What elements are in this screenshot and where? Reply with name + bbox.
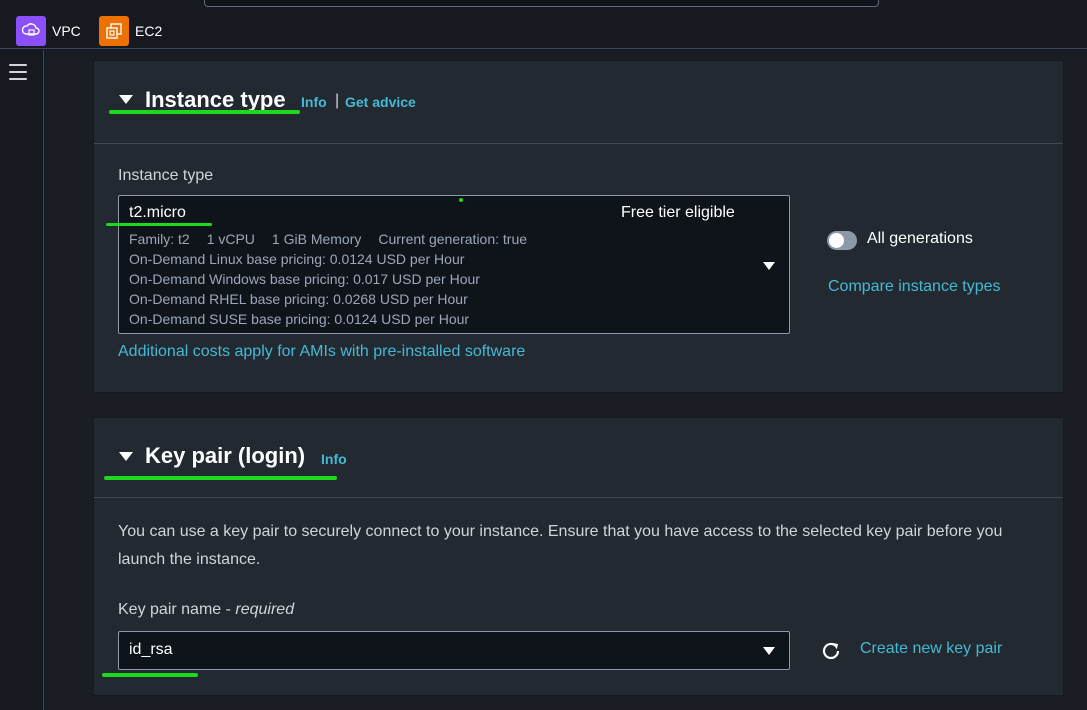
vpc-icon <box>16 16 46 46</box>
all-generations-label: All generations <box>867 230 973 247</box>
info-link[interactable]: Info <box>301 94 327 110</box>
service-label: VPC <box>52 23 81 39</box>
pricing-suse: On-Demand SUSE base pricing: 0.0124 USD … <box>129 311 470 327</box>
selected-instance-type: t2.micro <box>129 204 186 221</box>
get-advice-link[interactable]: Get advice <box>345 94 416 110</box>
info-link[interactable]: Info <box>321 451 347 467</box>
key-pair-select[interactable]: id_rsa <box>118 631 790 670</box>
create-new-key-pair-link[interactable]: Create new key pair <box>860 640 1002 658</box>
annotation-underline <box>102 673 198 677</box>
pricing-linux: On-Demand Linux base pricing: 0.0124 USD… <box>129 251 465 267</box>
hamburger-menu-icon[interactable] <box>9 64 27 80</box>
key-pair-name-label: Key pair name - required <box>118 601 294 619</box>
pricing-rhel: On-Demand RHEL base pricing: 0.0268 USD … <box>129 291 468 307</box>
annotation-underline <box>109 110 300 114</box>
collapse-caret-icon[interactable] <box>119 452 133 461</box>
instance-type-select[interactable]: t2.micro Free tier eligible Family: t2 1 … <box>118 195 790 334</box>
link-separator: | <box>335 92 340 109</box>
additional-costs-link[interactable]: Additional costs apply for AMIs with pre… <box>118 343 525 361</box>
family-text: Family: t2 <box>129 231 190 247</box>
top-navigation-bar: VPC EC2 <box>0 0 1087 49</box>
service-shortcut-ec2[interactable]: EC2 <box>99 16 162 46</box>
label-text: Key pair name - <box>118 601 236 618</box>
collapse-caret-icon[interactable] <box>119 95 133 104</box>
section-title: Key pair (login) <box>145 443 306 468</box>
service-shortcut-vpc[interactable]: VPC <box>16 16 81 46</box>
annotation-underline <box>106 223 212 226</box>
all-generations-toggle[interactable] <box>827 231 857 250</box>
refresh-icon[interactable] <box>820 640 842 662</box>
ec2-icon <box>99 16 129 46</box>
instance-specs: Family: t2 1 vCPU 1 GiB Memory Current gene… <box>129 231 544 247</box>
key-pair-header[interactable]: Key pair (login) Info <box>94 418 1063 498</box>
instance-type-label: Instance type <box>118 167 214 184</box>
annotation-dot <box>459 198 463 202</box>
instance-type-header[interactable]: Instance type Info | Get advice <box>94 61 1063 144</box>
chevron-down-icon <box>763 647 775 655</box>
vcpu-text: 1 vCPU <box>206 231 255 247</box>
compare-instance-types-link[interactable]: Compare instance types <box>828 278 1001 296</box>
pricing-windows: On-Demand Windows base pricing: 0.017 US… <box>129 271 480 287</box>
search-input[interactable] <box>204 0 879 7</box>
chevron-down-icon <box>763 262 775 270</box>
required-text: required <box>235 601 295 618</box>
service-label: EC2 <box>135 23 163 39</box>
key-pair-description: You can use a key pair to securely conne… <box>118 523 1003 568</box>
left-sidebar <box>0 50 44 710</box>
free-tier-badge: Free tier eligible <box>621 204 735 221</box>
selected-key-pair: id_rsa <box>129 641 173 658</box>
generation-text: Current generation: true <box>378 231 528 247</box>
annotation-underline <box>104 476 337 480</box>
memory-text: 1 GiB Memory <box>271 231 362 247</box>
